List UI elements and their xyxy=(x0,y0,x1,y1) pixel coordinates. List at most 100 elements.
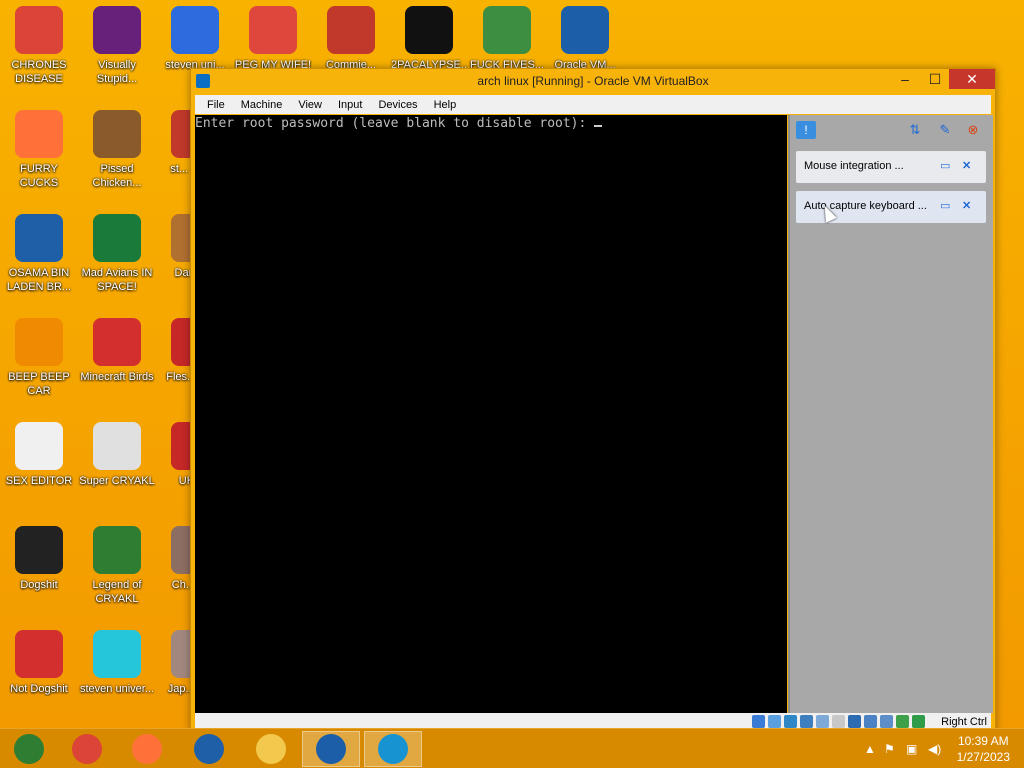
obama-logo-icon xyxy=(15,214,63,262)
desktop-icon-label: OSAMA BIN LADEN BR... xyxy=(6,267,72,293)
desktop-icon[interactable]: Legend of CRYAKL xyxy=(78,526,156,606)
notification-mouse-integration[interactable]: Mouse integration ... ▭ ✕ xyxy=(796,151,986,183)
clock-date: 1/27/2023 xyxy=(956,750,1010,764)
desktop-icon[interactable]: Mad Avians IN SPACE! xyxy=(78,214,156,294)
chrome-icon xyxy=(15,6,63,54)
chrome-old-icon xyxy=(14,734,44,764)
desktop-icon[interactable]: steven uni... xyxy=(156,6,234,72)
devcpp-icon xyxy=(15,630,63,678)
desktop-icon[interactable]: Dogshit xyxy=(0,526,78,592)
desktop-icon-label: SEX EDITOR xyxy=(5,475,73,487)
desktop-icon[interactable]: OSAMA BIN LADEN BR... xyxy=(0,214,78,294)
do-not-show-icon[interactable]: ▭ xyxy=(940,199,954,213)
desktop-icon[interactable]: steven univer... xyxy=(78,630,156,696)
vlc-icon xyxy=(15,318,63,366)
character-icon xyxy=(93,526,141,574)
desktop-icon[interactable]: PEG MY WIFE! xyxy=(234,6,312,72)
taskbar-app-button[interactable] xyxy=(302,731,360,767)
firefox-icon xyxy=(15,110,63,158)
vm-console[interactable]: Enter root password (leave blank to disa… xyxy=(195,115,787,713)
text-cursor xyxy=(594,115,603,127)
desktop-icon-label: Visually Stupid... xyxy=(96,59,138,85)
hard-disk-icon[interactable] xyxy=(752,715,765,728)
maximize-button[interactable]: ☐ xyxy=(921,69,949,89)
hxd-icon xyxy=(15,422,63,470)
desktop-icon-label: Not Dogshit xyxy=(10,683,68,695)
keyboard-capture-icon[interactable] xyxy=(912,715,925,728)
desktop-icon[interactable]: CHRONES DISEASE xyxy=(0,6,78,86)
desktop-icon[interactable]: FURRY CUCKS xyxy=(0,110,78,190)
desktop-icon[interactable]: FUCK FIVES... xyxy=(468,6,546,72)
desktop-icon-label: Dogshit xyxy=(20,579,58,591)
desktop-icon[interactable]: Visually Stupid... xyxy=(78,6,156,86)
chrome-icon xyxy=(72,734,102,764)
taskbar-app-button[interactable] xyxy=(242,731,300,767)
usb-icon[interactable] xyxy=(816,715,829,728)
cpu-icon[interactable] xyxy=(880,715,893,728)
chicken-icon xyxy=(93,110,141,158)
close-icon[interactable]: ✕ xyxy=(962,199,976,213)
menu-file[interactable]: File xyxy=(199,99,233,111)
title-bar[interactable]: arch linux [Running] - Oracle VM Virtual… xyxy=(191,69,995,93)
arch-linux-icon xyxy=(378,734,408,764)
optical-drive-icon[interactable] xyxy=(768,715,781,728)
desktop-icon-label: steven univer... xyxy=(80,683,154,695)
clock[interactable]: 10:39 AM 1/27/2023 xyxy=(957,733,1010,765)
display-icon[interactable] xyxy=(848,715,861,728)
pin-icon[interactable]: ✎ xyxy=(936,121,954,139)
desktop-icon-label: BEEP BEEP CAR xyxy=(8,371,70,397)
menu-machine[interactable]: Machine xyxy=(233,99,291,111)
menu-input[interactable]: Input xyxy=(330,99,370,111)
flag-icon[interactable]: ⚑ xyxy=(884,742,895,756)
network-icon[interactable]: ▣ xyxy=(906,742,917,756)
desktop-icon[interactable]: Commie... xyxy=(312,6,390,72)
mouse-integration-icon[interactable] xyxy=(896,715,909,728)
desktop-icon-label: Minecraft Birds xyxy=(80,371,154,383)
desktop-icon-label: Super CRYAKL xyxy=(79,475,155,487)
notification-center-icon[interactable]: ! xyxy=(796,121,816,139)
taskbar-app-button[interactable] xyxy=(0,731,58,767)
close-button[interactable]: ✕ xyxy=(949,69,995,89)
virtualbox-icon xyxy=(316,734,346,764)
console-prompt: Enter root password (leave blank to disa… xyxy=(195,116,595,131)
volume-icon[interactable]: ◀) xyxy=(928,742,941,756)
desktop-icon[interactable]: Oracle VM... xyxy=(546,6,624,72)
sort-icon[interactable]: ⇅ xyxy=(906,121,924,139)
show-hidden-icons-icon[interactable]: ▲ xyxy=(864,742,876,756)
network-icon[interactable] xyxy=(800,715,813,728)
desktop-icon[interactable]: Pissed Chicken... xyxy=(78,110,156,190)
desktop-icon[interactable]: Minecraft Birds xyxy=(78,318,156,384)
dismiss-all-icon[interactable]: ⊗ xyxy=(964,121,982,139)
menu-help[interactable]: Help xyxy=(426,99,465,111)
taskbar-app-button[interactable] xyxy=(364,731,422,767)
clock-time: 10:39 AM xyxy=(957,734,1009,748)
desktop-icon[interactable]: Not Dogshit xyxy=(0,630,78,696)
desktop-icon[interactable]: SEX EDITOR xyxy=(0,422,78,488)
desktop-icon-label: CHRONES DISEASE xyxy=(11,59,67,85)
desktop-icon[interactable]: Super CRYAKL xyxy=(78,422,156,488)
disc-icon xyxy=(15,526,63,574)
minimize-button[interactable]: – xyxy=(891,69,919,89)
status-icons xyxy=(752,715,925,728)
do-not-show-icon[interactable]: ▭ xyxy=(940,159,954,173)
app-icon xyxy=(171,6,219,54)
close-icon[interactable]: ✕ xyxy=(962,159,976,173)
desktop-icon-label: FURRY CUCKS xyxy=(19,163,59,189)
menu-devices[interactable]: Devices xyxy=(370,99,425,111)
gem-icon xyxy=(93,630,141,678)
pixel-art-icon xyxy=(93,422,141,470)
audio-icon[interactable] xyxy=(784,715,797,728)
recording-icon[interactable] xyxy=(864,715,877,728)
shared-folders-icon[interactable] xyxy=(832,715,845,728)
host-key-label: Right Ctrl xyxy=(941,716,987,728)
obama-logo-icon xyxy=(194,734,224,764)
game-icon xyxy=(483,6,531,54)
desktop-icon[interactable]: BEEP BEEP CAR xyxy=(0,318,78,398)
taskbar-app-button[interactable] xyxy=(180,731,238,767)
angry-bird-icon xyxy=(93,318,141,366)
taskbar-app-button[interactable] xyxy=(118,731,176,767)
virtualbox-window: arch linux [Running] - Oracle VM Virtual… xyxy=(190,68,996,732)
firefox-icon xyxy=(132,734,162,764)
menu-view[interactable]: View xyxy=(290,99,330,111)
taskbar-app-button[interactable] xyxy=(58,731,116,767)
